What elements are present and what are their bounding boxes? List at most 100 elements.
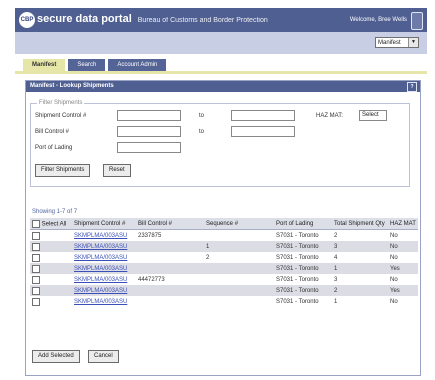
row-select-cell[interactable]: [30, 296, 72, 307]
module-select[interactable]: Manifest ▼: [375, 37, 419, 48]
column-header: Bill Control #: [136, 218, 204, 230]
table-cell: [136, 241, 204, 252]
filter-legend: Filter Shipments: [37, 100, 85, 106]
table-cell: 4: [334, 254, 338, 261]
table-cell: No: [390, 276, 398, 283]
table-cell: [136, 263, 204, 274]
app-frame: CBP secure data portal Bureau of Customs …: [15, 0, 427, 380]
cancel-button[interactable]: Cancel: [88, 350, 119, 363]
tab-underline: [15, 71, 427, 74]
table-cell: 1: [334, 298, 338, 305]
table-cell: 1: [332, 263, 388, 274]
column-header: Sequence #: [204, 218, 274, 230]
select-all-header[interactable]: Select All: [30, 218, 72, 230]
filter-shipments-button[interactable]: Filter Shipments: [35, 164, 91, 177]
table-cell: [136, 252, 204, 263]
row-select-cell[interactable]: [30, 285, 72, 296]
row-select-cell[interactable]: [30, 263, 72, 274]
table-cell: No: [390, 254, 398, 261]
table-cell: 3: [334, 276, 338, 283]
cbp-logo: CBP: [19, 12, 35, 28]
table-cell: [136, 296, 204, 307]
port-of-lading-input[interactable]: [117, 142, 181, 153]
table-cell: S7031 - Toronto: [276, 232, 319, 239]
haz-mat-label: HAZ MAT:: [316, 113, 343, 119]
row-select-cell[interactable]: [30, 230, 72, 242]
table-cell: S7031 - Toronto: [276, 276, 319, 283]
haz-mat-select[interactable]: Select: [359, 110, 387, 121]
tab-manifest[interactable]: Manifest: [23, 59, 66, 71]
panel-title-text: Manifest - Lookup Shipments: [30, 83, 114, 89]
table-cell: 2: [206, 254, 210, 261]
table-cell: No: [388, 241, 418, 252]
column-header: Shipment Control #: [72, 218, 136, 230]
select-all-checkbox[interactable]: [32, 219, 40, 228]
reset-button[interactable]: Reset: [103, 164, 131, 177]
tab-account-admin[interactable]: Account Admin: [108, 59, 167, 71]
shipment-control-from-input[interactable]: [117, 110, 181, 121]
table-cell: 2: [334, 232, 338, 239]
row-checkbox[interactable]: [32, 297, 40, 306]
table-cell: [204, 230, 274, 242]
shipment-control-label: Shipment Control #: [35, 113, 87, 119]
table-cell: S7031 - Toronto: [276, 298, 319, 305]
shipment-control-link[interactable]: SKMPLMA/003ASU: [72, 296, 136, 307]
tab-search[interactable]: Search: [68, 59, 106, 71]
row-checkbox[interactable]: [32, 242, 40, 251]
table-cell: 44472773: [138, 276, 165, 283]
table-cell: [204, 263, 274, 274]
table-cell: S7031 - Toronto: [274, 285, 332, 296]
chevron-down-icon[interactable]: ▼: [408, 38, 418, 47]
shipment-control-link[interactable]: SKMPLMA/003ASU: [72, 263, 136, 274]
table-cell: 1: [204, 241, 274, 252]
shipment-control-link[interactable]: SKMPLMA/003ASU: [72, 241, 136, 252]
add-selected-button[interactable]: Add Selected: [32, 350, 80, 363]
table-cell: 2: [332, 285, 388, 296]
portal-subtitle: Bureau of Customs and Border Protection: [137, 17, 268, 24]
shipment-control-link[interactable]: SKMPLMA/003ASU: [72, 285, 136, 296]
row-checkbox[interactable]: [32, 286, 40, 295]
row-checkbox[interactable]: [32, 231, 40, 240]
table-row: SKMPLMA/003ASU S7031 - Toronto 1 Yes: [30, 263, 418, 274]
shipment-control-link[interactable]: SKMPLMA/003ASU: [72, 230, 136, 242]
row-select-cell[interactable]: [30, 274, 72, 285]
row-select-cell[interactable]: [30, 241, 72, 252]
help-icon[interactable]: ?: [407, 82, 417, 92]
column-header: HAZ MAT: [388, 218, 418, 230]
module-select-value: Manifest: [378, 40, 401, 46]
row-checkbox[interactable]: [32, 264, 40, 273]
row-checkbox[interactable]: [32, 275, 40, 284]
portal-title-text: secure data portal: [37, 13, 132, 25]
results-count: Showing 1-7 of 7: [32, 209, 78, 215]
bill-control-to-input[interactable]: [231, 126, 295, 137]
bill-to-label: to: [199, 129, 205, 135]
shipment-control-link[interactable]: SKMPLMA/003ASU: [72, 252, 136, 263]
table-cell: S7031 - Toronto: [274, 263, 332, 274]
welcome-text: Welcome, Bree Wells: [349, 17, 407, 23]
table-header-row: Select All Shipment Control # Bill Contr…: [30, 218, 418, 230]
portal-title: secure data portal Bureau of Customs and …: [37, 13, 268, 25]
table-row: SKMPLMA/003ASU 2337875 S7031 - Toronto 2…: [30, 230, 418, 242]
header-bar: CBP secure data portal Bureau of Customs …: [15, 8, 427, 32]
table-cell: S7031 - Toronto: [274, 241, 332, 252]
select-all-label: Select All: [41, 221, 67, 228]
table-cell: [136, 285, 204, 296]
row-checkbox[interactable]: [32, 253, 40, 262]
table-cell: S7031 - Toronto: [276, 254, 319, 261]
shipment-control-link[interactable]: SKMPLMA/003ASU: [72, 274, 136, 285]
table-row: SKMPLMA/003ASU 2 S7031 - Toronto 4 No: [30, 252, 418, 263]
row-select-cell[interactable]: [30, 252, 72, 263]
lookup-panel: Manifest - Lookup Shipments ? Filter Shi…: [25, 80, 421, 376]
table-cell: No: [390, 232, 398, 239]
bill-control-label: Bill Control #: [35, 129, 70, 135]
table-cell: Yes: [388, 285, 418, 296]
user-icon[interactable]: [411, 12, 423, 30]
column-header: Port of Lading: [274, 218, 332, 230]
shipment-control-to-input[interactable]: [231, 110, 295, 121]
table-cell: Yes: [388, 263, 418, 274]
table-row: SKMPLMA/003ASU 1 S7031 - Toronto 3 No: [30, 241, 418, 252]
bill-control-from-input[interactable]: [117, 126, 181, 137]
shipments-table: Select All Shipment Control # Bill Contr…: [30, 218, 418, 307]
table-cell: 2337875: [138, 232, 162, 239]
table-row: SKMPLMA/003ASU S7031 - Toronto 2 Yes: [30, 285, 418, 296]
